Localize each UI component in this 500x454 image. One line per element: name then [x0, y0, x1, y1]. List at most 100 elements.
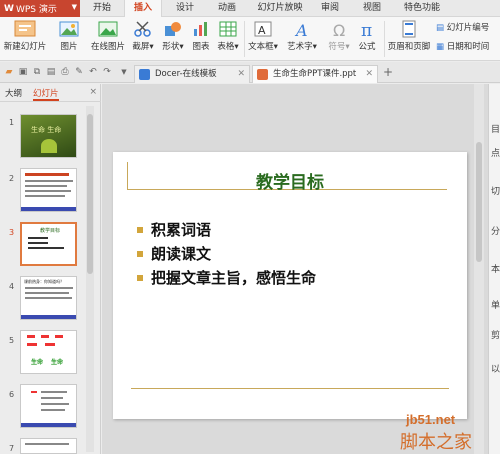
ribbon-divider: [384, 21, 385, 57]
panel-scrollbar[interactable]: [86, 106, 94, 452]
close-icon[interactable]: ✕: [365, 66, 373, 82]
thumb-title: 课前热身：你知道吗？: [24, 279, 64, 284]
watermark-name: 脚本之家: [400, 432, 472, 453]
undo-icon[interactable]: ↶: [87, 66, 99, 78]
slides-panel: 大纲 幻灯片 × 1 生命 生命 2 3 教学目标 4 课前热身：你知道吗？ 5: [0, 84, 101, 454]
slide-thumbnail-5[interactable]: 生命 生命: [20, 330, 77, 374]
footer-line: [131, 388, 449, 389]
scrollbar-thumb[interactable]: [476, 142, 482, 262]
textbox-label: 文本框▾: [248, 42, 278, 52]
print-icon[interactable]: ⎙: [59, 66, 71, 78]
editor-scrollbar[interactable]: [474, 84, 484, 454]
chart-button[interactable]: 图表: [190, 17, 212, 61]
export-pdf-icon[interactable]: ▤: [45, 66, 57, 78]
screenshot-button[interactable]: 截屏▾: [130, 17, 156, 61]
picture-button[interactable]: 图片: [54, 17, 84, 61]
task-pane-text: 分: [491, 227, 500, 237]
task-pane-text: 点: [491, 149, 500, 159]
bullet-square-icon: [137, 227, 143, 233]
table-icon: [219, 21, 237, 37]
close-icon[interactable]: ✕: [237, 66, 245, 82]
watermark-site: jb51.net: [406, 412, 456, 427]
thumb-number: 4: [9, 282, 15, 291]
chart-icon: [194, 22, 207, 36]
wordart-label: 艺术字▾: [287, 42, 317, 52]
task-pane-text: 切: [491, 187, 500, 197]
wordart-button[interactable]: A 艺术字▾: [284, 17, 320, 61]
menu-view[interactable]: 视图: [360, 0, 384, 17]
thumb-number: 1: [9, 118, 15, 127]
online-picture-label: 在线图片: [90, 42, 125, 52]
date-time-label: 日期和时间: [446, 42, 490, 52]
close-panel-icon[interactable]: ×: [89, 87, 97, 97]
symbol-label: 符号▾: [328, 42, 350, 52]
bullet-square-icon: [137, 275, 143, 281]
screenshot-label: 截屏▾: [132, 42, 154, 52]
new-slide-icon: [14, 20, 36, 37]
open-folder-icon[interactable]: ▰: [3, 66, 15, 78]
menu-slideshow[interactable]: 幻灯片放映: [252, 0, 308, 17]
textbox-button[interactable]: A 文本框▾: [246, 17, 280, 61]
symbol-button[interactable]: Ω 符号▾: [326, 17, 352, 61]
table-button[interactable]: 表格▾: [214, 17, 242, 61]
slide-thumbnail-4[interactable]: 课前热身：你知道吗？: [20, 276, 77, 320]
redo-icon[interactable]: ↷: [101, 66, 113, 78]
slide-title[interactable]: 教学目标: [113, 168, 467, 193]
svg-text:π: π: [361, 21, 372, 38]
menu-special[interactable]: 特色功能: [400, 0, 444, 17]
quick-access-dropdown-icon[interactable]: ▼: [118, 66, 130, 78]
thumb-text: 生命: [31, 359, 44, 366]
task-pane-text: 以: [491, 365, 500, 375]
slide-editor: 教学目标 积累词语 朗读课文 把握文章主旨，感悟生命: [102, 84, 488, 454]
slide-thumbnail-6[interactable]: [20, 384, 77, 428]
slide-number-label: 幻灯片编号: [446, 23, 490, 33]
shape-button[interactable]: 形状▾: [158, 17, 188, 61]
menu-animation[interactable]: 动画: [212, 0, 242, 17]
menu-review[interactable]: 审阅: [318, 0, 342, 17]
thumb-number: 7: [9, 444, 15, 453]
thumb-number: 2: [9, 174, 15, 183]
scrollbar-thumb[interactable]: [87, 114, 93, 274]
picture-label: 图片: [60, 42, 78, 52]
chevron-down-icon: ▼: [71, 3, 77, 11]
task-pane-text: 本: [491, 265, 500, 275]
bullet-list[interactable]: 积累词语 朗读课文 把握文章主旨，感悟生命: [137, 218, 316, 290]
thumb-number: 3: [9, 228, 15, 237]
tab-docer-templates[interactable]: Docer-在线模板 ✕: [134, 65, 250, 83]
header-footer-label: 页眉和页脚: [387, 42, 431, 52]
slide-thumbnail-7[interactable]: [20, 438, 77, 454]
slide-thumbnail-2[interactable]: [20, 168, 77, 212]
document-tab-bar: ▰ ▣ ⧉ ▤ ⎙ ✎ ↶ ↷ ▼ Docer-在线模板 ✕ 生命生命PPT课件…: [0, 62, 500, 83]
bullet-square-icon: [137, 251, 143, 257]
panel-tabs: 大纲 幻灯片 ×: [0, 84, 101, 102]
print-preview-icon[interactable]: ⧉: [31, 66, 43, 78]
formula-button[interactable]: π 公式: [354, 17, 380, 61]
format-painter-icon[interactable]: ✎: [73, 66, 85, 78]
menu-design[interactable]: 设计: [170, 0, 200, 17]
shape-label: 形状▾: [162, 42, 184, 52]
menu-insert[interactable]: 插入: [124, 0, 162, 17]
pi-icon: π: [361, 21, 372, 38]
task-pane-text: 目: [491, 125, 500, 135]
online-picture-button[interactable]: 在线图片: [88, 17, 128, 61]
tab-presentation-file[interactable]: 生命生命PPT课件.ppt ✕: [252, 65, 378, 83]
new-tab-plus-icon[interactable]: +: [382, 66, 394, 78]
bullet-item: 积累词语: [137, 218, 316, 242]
current-slide[interactable]: 教学目标 积累词语 朗读课文 把握文章主旨，感悟生命: [113, 152, 467, 419]
textbox-icon: A: [254, 21, 272, 37]
app-menu-button[interactable]: W WPS 演示 ▼: [0, 0, 80, 17]
slide-thumbnail-3[interactable]: 教学目标: [20, 222, 77, 266]
slide-number-button[interactable]: ▤ 幻灯片编号: [436, 21, 489, 35]
new-slide-button[interactable]: 新建幻灯片: [2, 17, 48, 61]
tab-outline[interactable]: 大纲: [5, 87, 22, 99]
tab-label: 生命生命PPT课件.ppt: [273, 69, 357, 79]
tab-slides[interactable]: 幻灯片: [33, 87, 59, 101]
header-footer-button[interactable]: 页眉和页脚: [386, 17, 432, 61]
save-icon[interactable]: ▣: [17, 66, 29, 78]
svg-text:A: A: [258, 24, 266, 37]
menu-home[interactable]: 开始: [88, 0, 116, 17]
thumb-title: 教学目标: [40, 228, 61, 234]
date-time-button[interactable]: ▦ 日期和时间: [436, 40, 489, 54]
slide-thumbnail-1[interactable]: 生命 生命: [20, 114, 77, 158]
tab-label: Docer-在线模板: [155, 69, 217, 79]
